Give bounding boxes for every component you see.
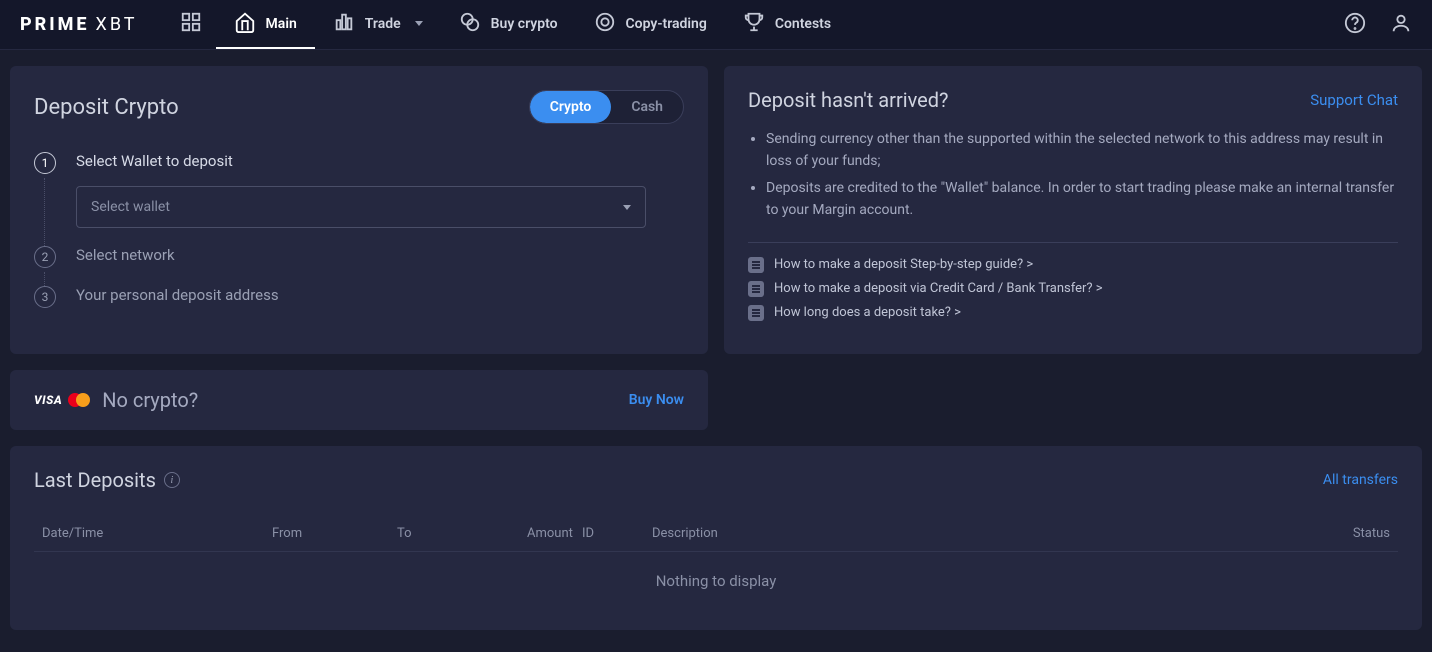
faq-1-label: How to make a deposit Step-by-step guide… [774,257,1033,272]
trophy-icon [743,11,765,37]
all-transfers-link[interactable]: All transfers [1323,472,1398,488]
nav-contests-label: Contests [775,16,831,32]
last-deposits-title-text: Last Deposits [34,468,156,492]
account-button[interactable] [1390,12,1412,38]
faq-3-label: How long does a deposit take? > [774,305,961,320]
info-title: Deposit hasn't arrived? [748,88,949,112]
faq-2-label: How to make a deposit via Credit Card / … [774,281,1103,296]
th-amount: Amount [527,526,582,541]
faq-link-2[interactable]: How to make a deposit via Credit Card / … [748,281,1398,297]
nav-trade[interactable]: Trade [315,0,441,49]
nav-trade-label: Trade [365,16,401,32]
home-icon [234,11,256,37]
step-3: 3 Your personal deposit address [34,286,684,308]
buy-now-link[interactable]: Buy Now [629,392,684,408]
toggle-cash[interactable]: Cash [611,91,683,123]
nav-main[interactable]: Main [216,0,315,49]
deposit-info-card: Deposit hasn't arrived? Support Chat Sen… [724,66,1422,354]
brand-prime: PRIME [20,14,90,35]
th-datetime: Date/Time [42,526,272,541]
nav-buy-crypto-label: Buy crypto [491,16,558,32]
faq-link-1[interactable]: How to make a deposit Step-by-step guide… [748,257,1398,273]
deposits-empty-state: Nothing to display [34,552,1398,590]
payment-logos: VISA [34,393,90,407]
deposit-crypto-card: Deposit Crypto Crypto Cash 1 Select Wall… [10,66,708,354]
th-to: To [397,526,527,541]
last-deposits-title: Last Deposits i [34,468,180,492]
chevron-down-icon [623,205,631,210]
deposit-toggle: Crypto Cash [529,90,684,124]
faq-link-3[interactable]: How long does a deposit take? > [748,305,1398,321]
info-note-2: Deposits are credited to the "Wallet" ba… [766,177,1398,222]
step-number: 3 [34,286,56,308]
nav-buy-crypto[interactable]: Buy crypto [441,0,576,49]
info-notes: Sending currency other than the supporte… [748,128,1398,222]
nav-copy-trading[interactable]: Copy-trading [576,0,725,49]
brand-logo[interactable]: PRIME XBT [20,14,138,35]
no-crypto-text: No crypto? [102,388,198,412]
chart-icon [333,11,355,37]
step-number: 2 [34,246,56,268]
support-chat-link[interactable]: Support Chat [1310,91,1398,109]
info-note-1: Sending currency other than the supporte… [766,128,1398,173]
deposits-table-header: Date/Time From To Amount ID Description … [34,516,1398,552]
grid-icon [180,11,202,37]
step-3-label: Your personal deposit address [76,286,684,304]
page-content: Deposit Crypto Crypto Cash 1 Select Wall… [0,50,1432,646]
document-icon [748,305,764,321]
step-number: 1 [34,152,56,174]
target-icon [594,11,616,37]
chevron-down-icon [415,21,423,26]
coin-icon [459,11,481,37]
step-2: 2 Select network [34,246,684,268]
th-from: From [272,526,397,541]
toggle-crypto[interactable]: Crypto [530,91,612,123]
step-1: 1 Select Wallet to deposit Select wallet [34,152,684,228]
no-crypto-card: VISA No crypto? Buy Now [10,370,708,430]
divider [748,242,1398,243]
nav-dashboard[interactable] [166,0,216,49]
document-icon [748,257,764,273]
visa-logo: VISA [34,393,62,407]
main-nav: Main Trade Buy crypto Copy-trading Co [166,0,850,49]
app-header: PRIME XBT Main Trade Buy crypto [0,0,1432,50]
document-icon [748,281,764,297]
wallet-select-placeholder: Select wallet [91,199,170,215]
last-deposits-card: Last Deposits i All transfers Date/Time … [10,446,1422,630]
mastercard-logo [68,393,90,407]
brand-xbt: XBT [96,14,138,35]
th-description: Description [652,526,1202,541]
step-1-label: Select Wallet to deposit [76,152,684,170]
nav-main-label: Main [266,16,297,32]
th-status: Status [1202,526,1390,541]
wallet-select[interactable]: Select wallet [76,186,646,228]
nav-copy-trading-label: Copy-trading [626,16,707,32]
nav-contests[interactable]: Contests [725,0,849,49]
deposit-title: Deposit Crypto [34,95,179,120]
step-2-label: Select network [76,246,684,264]
th-id: ID [582,526,652,541]
help-button[interactable] [1344,12,1366,38]
info-icon[interactable]: i [164,472,180,488]
